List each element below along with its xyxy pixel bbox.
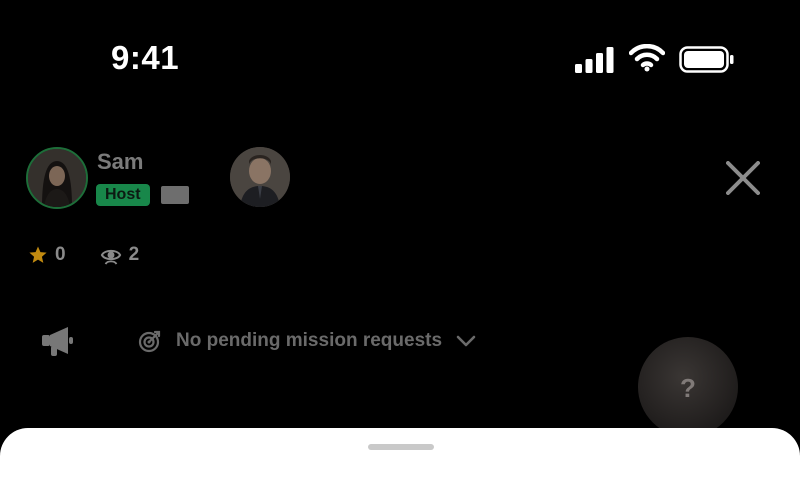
megaphone-icon[interactable] (40, 325, 74, 357)
bottom-sheet[interactable] (0, 428, 800, 488)
host-avatar[interactable] (26, 147, 88, 209)
status-bar: 9:41 (0, 0, 800, 120)
question-mark-icon: ? (680, 373, 696, 403)
room-stats: 0 2 (28, 242, 139, 268)
wifi-icon (629, 44, 665, 72)
star-icon (29, 246, 47, 263)
help-button[interactable]: ? (638, 337, 738, 437)
battery-icon (679, 46, 734, 73)
star-count: 0 (55, 244, 66, 265)
guest-avatar[interactable] (230, 147, 290, 207)
close-icon[interactable] (726, 161, 760, 195)
flag-icon (161, 186, 189, 204)
target-icon (138, 330, 161, 353)
sheet-drag-handle[interactable] (368, 444, 434, 450)
eye-icon (100, 249, 121, 265)
clock: 9:41 (111, 39, 180, 76)
guest-avatar-image (230, 147, 290, 207)
host-avatar-image (28, 149, 86, 207)
host-badge: Host (96, 184, 150, 206)
mission-requests-label: No pending mission requests (176, 330, 443, 351)
chevron-down-icon (456, 335, 476, 347)
viewer-count: 2 (128, 244, 140, 265)
host-name: Sam (97, 149, 144, 174)
signal-icon (575, 47, 614, 73)
mission-requests-dropdown[interactable]: No pending mission requests (138, 327, 476, 355)
